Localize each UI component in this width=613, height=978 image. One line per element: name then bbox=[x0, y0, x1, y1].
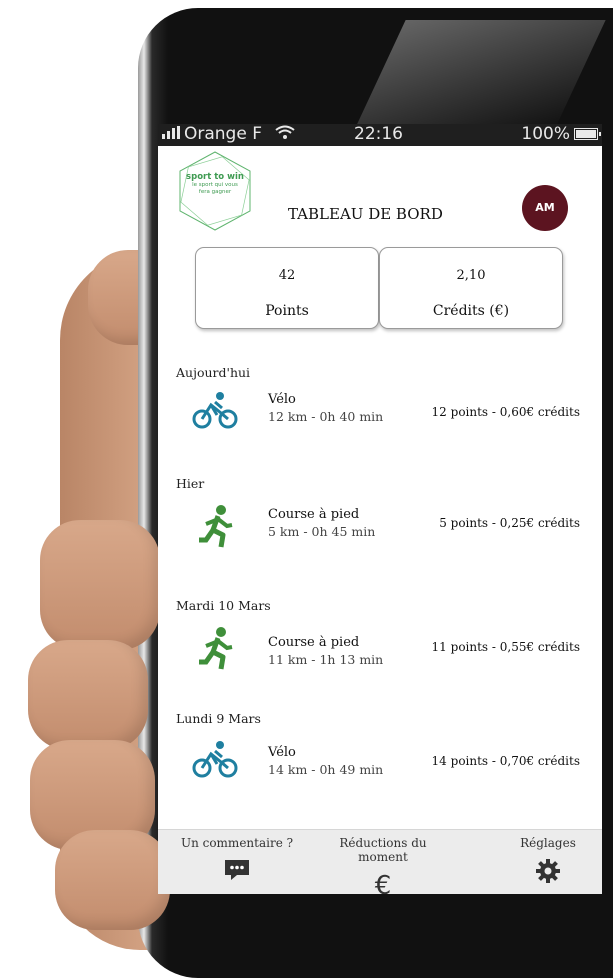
tab-label: Réglages bbox=[520, 836, 576, 850]
app-logo: sport to win le sport qui vous fera gagn… bbox=[174, 150, 256, 232]
activity-detail: 14 km - 0h 49 min bbox=[268, 762, 384, 777]
activity-name: Vélo bbox=[268, 392, 296, 407]
points-value: 42 bbox=[278, 268, 296, 283]
runner-icon bbox=[194, 626, 242, 670]
carrier: Orange F bbox=[162, 124, 296, 144]
avatar[interactable]: AM bbox=[522, 185, 568, 231]
page-title: TABLEAU DE BORD bbox=[288, 205, 443, 223]
bicycle-icon bbox=[191, 738, 239, 782]
logo-tagline: le sport qui vous bbox=[192, 182, 238, 188]
activity-score: 5 points - 0,25€ crédits bbox=[439, 516, 580, 530]
euro-icon: € bbox=[374, 871, 392, 894]
bicycle-icon bbox=[191, 389, 239, 433]
logo-tagline: fera gagner bbox=[198, 189, 232, 195]
tab-reductions[interactable]: Réductions du moment € bbox=[313, 836, 453, 894]
clock: 22:16 bbox=[354, 124, 403, 144]
battery: 100% bbox=[521, 124, 601, 144]
battery-level: 100% bbox=[521, 124, 570, 144]
activity-score: 14 points - 0,70€ crédits bbox=[431, 754, 580, 768]
day-heading: Aujourd'hui bbox=[176, 365, 251, 380]
activity-detail: 12 km - 0h 40 min bbox=[268, 409, 384, 424]
tab-comment[interactable]: Un commentaire ? bbox=[172, 836, 302, 885]
activity-detail: 5 km - 0h 45 min bbox=[268, 524, 376, 539]
activity-score: 12 points - 0,60€ crédits bbox=[431, 405, 580, 419]
activity-name: Vélo bbox=[268, 745, 296, 760]
finger bbox=[28, 640, 148, 750]
day-heading: Hier bbox=[176, 476, 205, 491]
wifi-icon bbox=[275, 124, 296, 144]
speech-bubble-icon bbox=[172, 858, 302, 885]
credits-value: 2,10 bbox=[456, 268, 486, 283]
points-label: Points bbox=[265, 303, 309, 319]
logo-name: sport to win bbox=[186, 172, 244, 182]
activity-name: Course à pied bbox=[268, 635, 360, 650]
signal-icon bbox=[162, 126, 184, 141]
runner-icon bbox=[194, 504, 242, 548]
carrier-name: Orange F bbox=[184, 124, 262, 144]
tab-label: Réductions du moment bbox=[339, 836, 427, 864]
day-heading: Mardi 10 Mars bbox=[176, 598, 271, 613]
finger bbox=[55, 830, 170, 930]
bottom-nav: Un commentaire ? Réductions du moment € … bbox=[158, 829, 602, 894]
activity-detail: 11 km - 1h 13 min bbox=[268, 652, 384, 667]
status-bar: Orange F 22:16 100% bbox=[158, 124, 602, 146]
credits-card: 2,10 Crédits (€) bbox=[379, 247, 563, 329]
gear-icon bbox=[498, 858, 598, 887]
credits-label: Crédits (€) bbox=[432, 303, 510, 319]
tab-settings[interactable]: Réglages bbox=[498, 836, 598, 887]
points-card: 42 Points bbox=[195, 247, 379, 329]
battery-icon bbox=[574, 128, 601, 140]
activity-name: Course à pied bbox=[268, 507, 360, 522]
day-heading: Lundi 9 Mars bbox=[176, 711, 261, 726]
activity-score: 11 points - 0,55€ crédits bbox=[431, 640, 580, 654]
tab-label: Un commentaire ? bbox=[180, 836, 294, 850]
app-screen: Orange F 22:16 100% sport to win le spor… bbox=[158, 124, 602, 894]
finger bbox=[40, 520, 160, 650]
